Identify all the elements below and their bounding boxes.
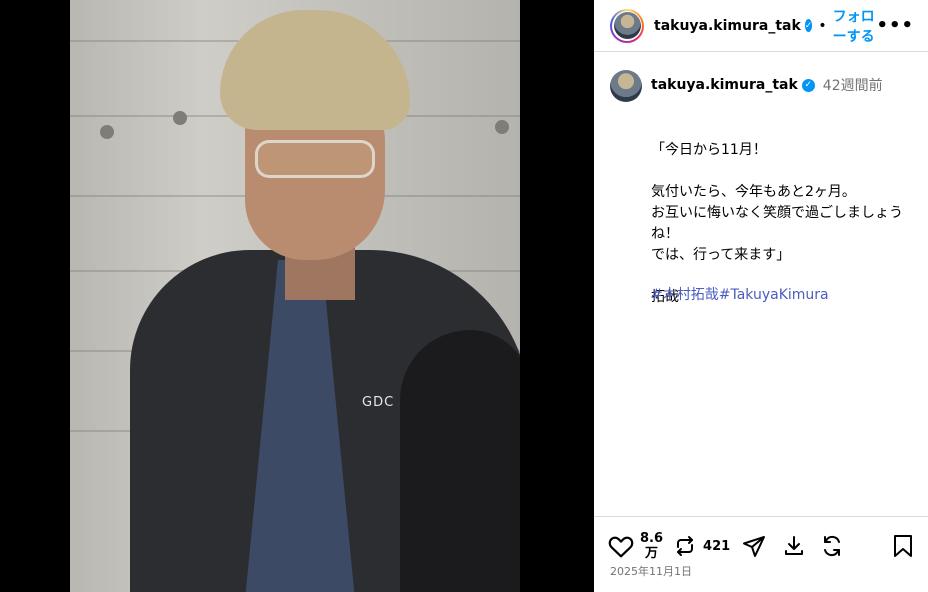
send-icon [743,536,766,557]
save-button[interactable] [892,534,914,558]
caption-avatar[interactable] [610,70,642,102]
caption-header: takuya.kimura_tak ✓ 42週間前 [594,52,928,102]
comment-section: takuya.kimura_tak ✓ 42週間前 「今日から11月！ 気付いた… [594,52,928,516]
like-count[interactable]: 8.6 [640,531,663,546]
action-row: 8.6 万 421 [608,529,914,563]
post-time-ago[interactable]: 42週間前 [823,75,883,95]
sleeve-shape [400,330,520,592]
verified-badge-icon: ✓ [804,19,813,32]
post-caption: 「今日から11月！ 気付いたら、今年もあと2ヶ月。 お互いに悔いなく笑顔で過ごし… [651,142,903,305]
like-button[interactable] [608,534,634,558]
glasses-shape [255,140,375,178]
action-bar: 8.6 万 421 2025年11月1日 [594,516,928,592]
repost-icon [677,536,694,556]
follow-button[interactable]: フォローする [833,6,877,46]
download-icon [785,536,804,555]
bookmark-icon [894,535,912,557]
jacket-logo-text: GDC [362,395,395,410]
repost-button[interactable] [673,534,697,558]
heart-icon [608,536,634,558]
post-side-panel: takuya.kimura_tak ✓ • フォローする ••• takuya.… [594,0,928,592]
header-username[interactable]: takuya.kimura_tak [654,18,801,34]
avatar[interactable] [610,8,644,43]
hashtag-list: #木村拓哉#TakuyaKimura [651,285,829,306]
download-button[interactable] [782,534,806,558]
verified-badge-icon: ✓ [801,78,815,92]
share-button[interactable] [742,534,766,558]
more-options-icon[interactable]: ••• [876,15,914,36]
post-photo[interactable]: GDC [70,0,520,592]
hair-shape [220,10,410,130]
post-date[interactable]: 2025年11月1日 [610,563,692,579]
remix-button[interactable] [820,534,844,558]
refresh-icon [824,536,841,556]
caption-username[interactable]: takuya.kimura_tak [651,77,798,93]
hashtag-link[interactable]: #木村拓哉 [651,287,719,303]
like-count-unit[interactable]: 万 [645,546,658,561]
post-media-area: GDC [0,0,594,592]
hashtag-link[interactable]: #TakuyaKimura [719,287,829,303]
post-header: takuya.kimura_tak ✓ • フォローする ••• [594,0,928,52]
separator-dot: • [818,17,827,34]
repost-count[interactable]: 421 [703,539,730,554]
